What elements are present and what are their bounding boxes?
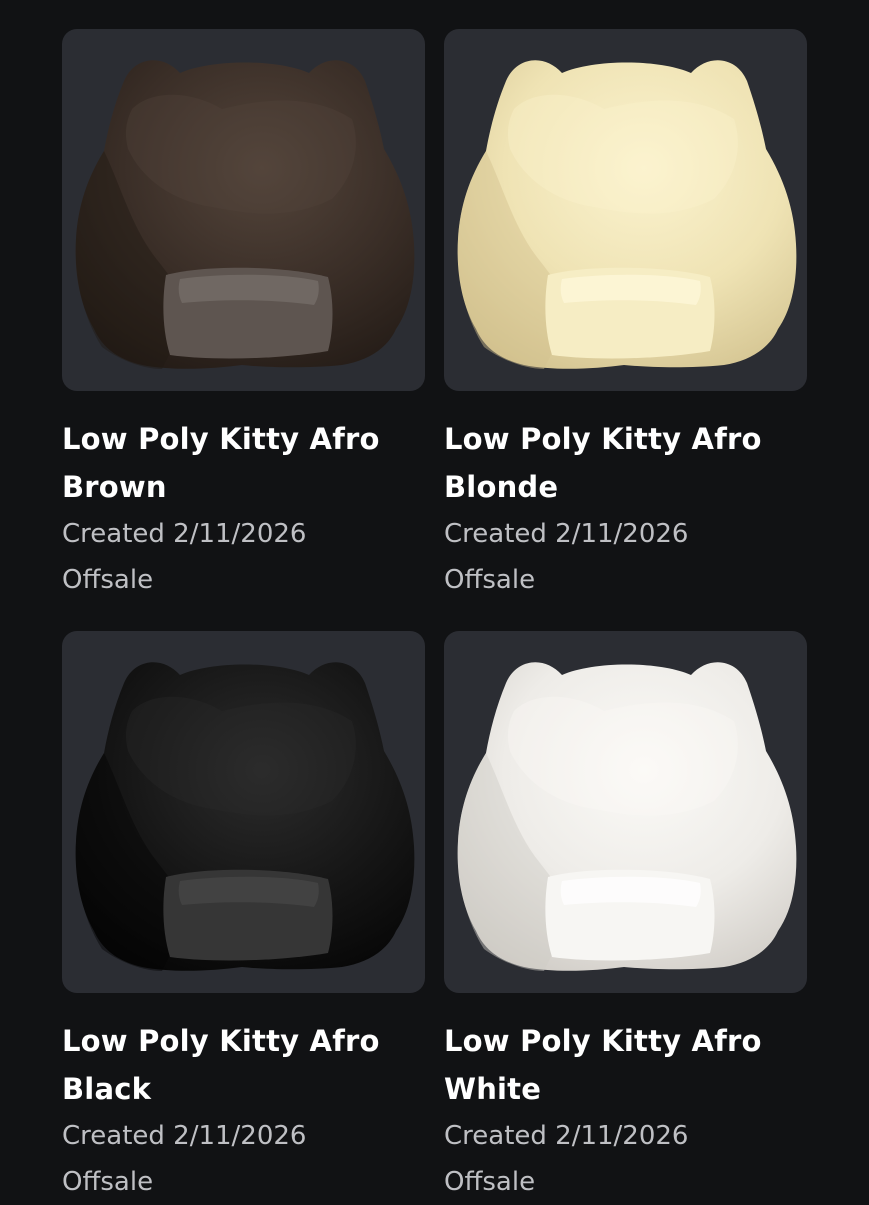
- item-created-date: Created 2/11/2026: [444, 1121, 689, 1151]
- kitty-afro-hair-image: [75, 662, 415, 971]
- item-card-blonde[interactable]: Low Poly Kitty Afro Blonde Created 2/11/…: [444, 29, 807, 603]
- item-thumbnail[interactable]: [62, 29, 425, 391]
- item-name[interactable]: Low Poly Kitty Afro Brown: [62, 415, 425, 511]
- item-grid: Low Poly Kitty Afro Brown Created 2/11/2…: [62, 29, 807, 1205]
- kitty-afro-hair-image: [457, 60, 797, 369]
- item-name[interactable]: Low Poly Kitty Afro Blonde: [444, 415, 807, 511]
- kitty-afro-hair-image: [75, 60, 415, 369]
- item-created-date: Created 2/11/2026: [62, 519, 307, 549]
- item-name[interactable]: Low Poly Kitty Afro Black: [62, 1017, 425, 1113]
- item-thumbnail[interactable]: [444, 631, 807, 993]
- item-created-date: Created 2/11/2026: [444, 519, 689, 549]
- item-status: Offsale: [62, 565, 154, 595]
- item-status: Offsale: [62, 1167, 154, 1197]
- item-status: Offsale: [444, 1167, 536, 1197]
- item-status: Offsale: [444, 565, 536, 595]
- item-card-black[interactable]: Low Poly Kitty Afro Black Created 2/11/2…: [62, 631, 425, 1205]
- item-thumbnail[interactable]: [62, 631, 425, 993]
- kitty-afro-hair-image: [457, 662, 797, 971]
- item-name[interactable]: Low Poly Kitty Afro White: [444, 1017, 807, 1113]
- item-card-brown[interactable]: Low Poly Kitty Afro Brown Created 2/11/2…: [62, 29, 425, 603]
- item-thumbnail[interactable]: [444, 29, 807, 391]
- item-created-date: Created 2/11/2026: [62, 1121, 307, 1151]
- item-card-white[interactable]: Low Poly Kitty Afro White Created 2/11/2…: [444, 631, 807, 1205]
